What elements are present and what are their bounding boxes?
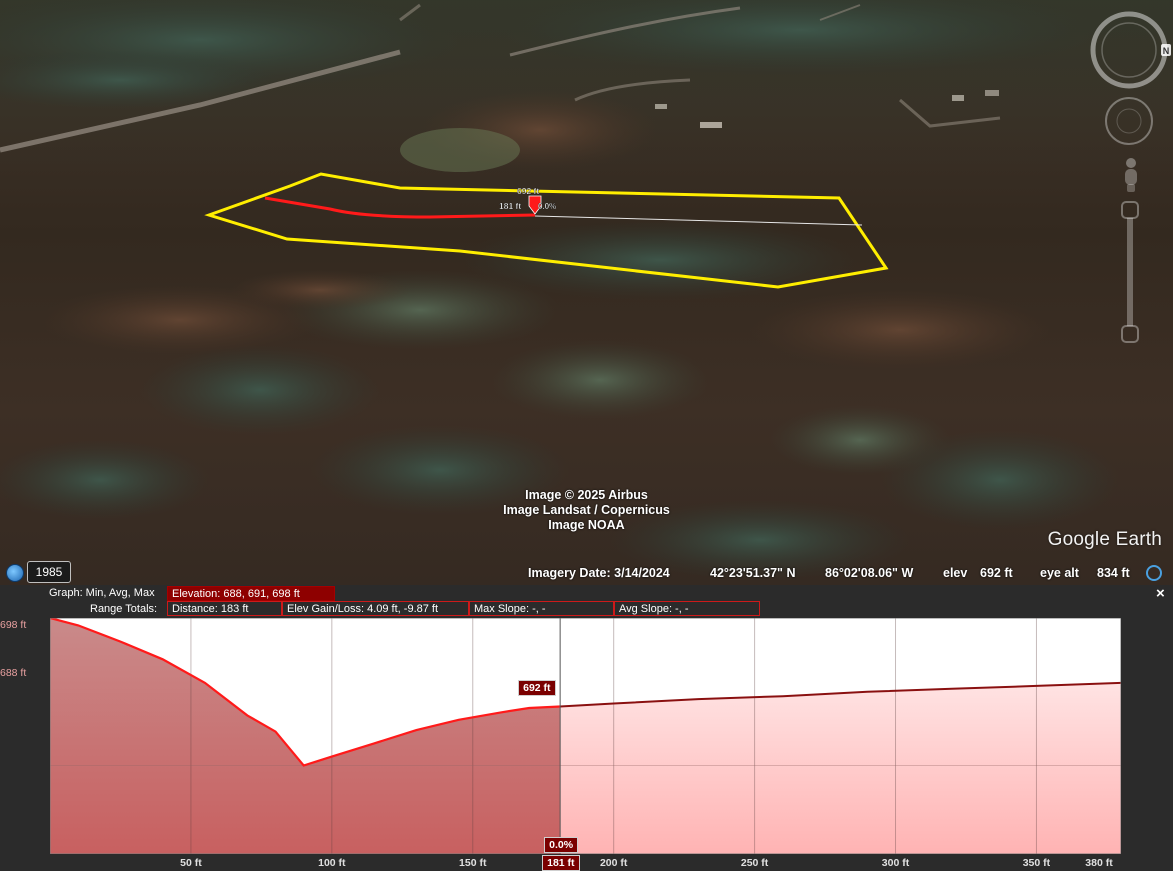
close-icon[interactable]: × [1156, 586, 1165, 602]
svg-text:N: N [1163, 46, 1170, 56]
graph-label: Graph: Min, Avg, Max [49, 587, 155, 599]
x-tick-label: 50 ft [180, 857, 202, 869]
y-tick-label: 688 ft [0, 667, 27, 679]
longitude-readout: 86°02'08.06" W [825, 566, 914, 580]
attribution-airbus: Image © 2025 Airbus [525, 488, 648, 502]
path-elevation-label: 692 ft [517, 186, 539, 196]
look-joystick-control[interactable] [1104, 96, 1156, 148]
status-bar: Imagery Date: 3/14/2024 42°23'51.37" N 8… [0, 562, 1173, 584]
elev-gain-loss-stat: Elev Gain/Loss: 4.09 ft, -9.87 ft [282, 601, 469, 616]
x-tick-label: 350 ft [1022, 857, 1051, 869]
attribution-landsat: Image Landsat / Copernicus [503, 503, 670, 517]
x-tick-label: 300 ft [881, 857, 910, 869]
avg-slope-stat: Avg Slope: -, - [614, 601, 760, 616]
streaming-status-icon [1146, 565, 1162, 581]
elevation-stats: Elevation: 688, 691, 698 ft [167, 586, 335, 601]
google-earth-logo: Google Earth [1047, 529, 1162, 550]
x-tick-label: 250 ft [740, 857, 769, 869]
x-tick-label: 150 ft [459, 857, 487, 869]
cursor-distance-tag: 181 ft [542, 855, 580, 871]
attribution-noaa: Image NOAA [548, 518, 625, 532]
street-view-pegman-icon[interactable] [1118, 155, 1144, 195]
cursor-elevation-tag: 692 ft [518, 679, 556, 696]
compass-ring-control[interactable]: N [1089, 8, 1173, 92]
max-slope-stat: Max Slope: -, - [469, 601, 614, 616]
elevation-profile-chart[interactable] [50, 618, 1121, 854]
elevation-profile-panel: Graph: Min, Avg, Max Elevation: 688, 691… [0, 585, 1173, 871]
range-totals-label: Range Totals: [90, 603, 158, 615]
imagery-date: Imagery Date: 3/14/2024 [528, 566, 670, 580]
cursor-slope-tag: 0.0% [544, 837, 579, 853]
path-distance-label: 181 ft [499, 201, 521, 211]
eye-alt-value: 834 ft [1097, 566, 1130, 580]
distance-stat: Distance: 183 ft [167, 601, 282, 616]
zoom-slider-control[interactable] [1118, 200, 1142, 346]
x-tick-label: 380 ft [1085, 857, 1113, 869]
map-viewport[interactable]: 692 ft 181 ft 0.0% N Image © 2025 Airbus… [0, 0, 1173, 585]
elev-label: elev [943, 566, 968, 580]
y-tick-label: 698 ft [0, 619, 27, 631]
eye-alt-label: eye alt [1040, 566, 1079, 580]
latitude-readout: 42°23'51.37" N [710, 566, 796, 580]
x-tick-label: 200 ft [599, 857, 628, 869]
x-tick-label: 100 ft [318, 857, 346, 869]
path-slope-label: 0.0% [538, 202, 556, 211]
elev-value: 692 ft [980, 566, 1013, 580]
